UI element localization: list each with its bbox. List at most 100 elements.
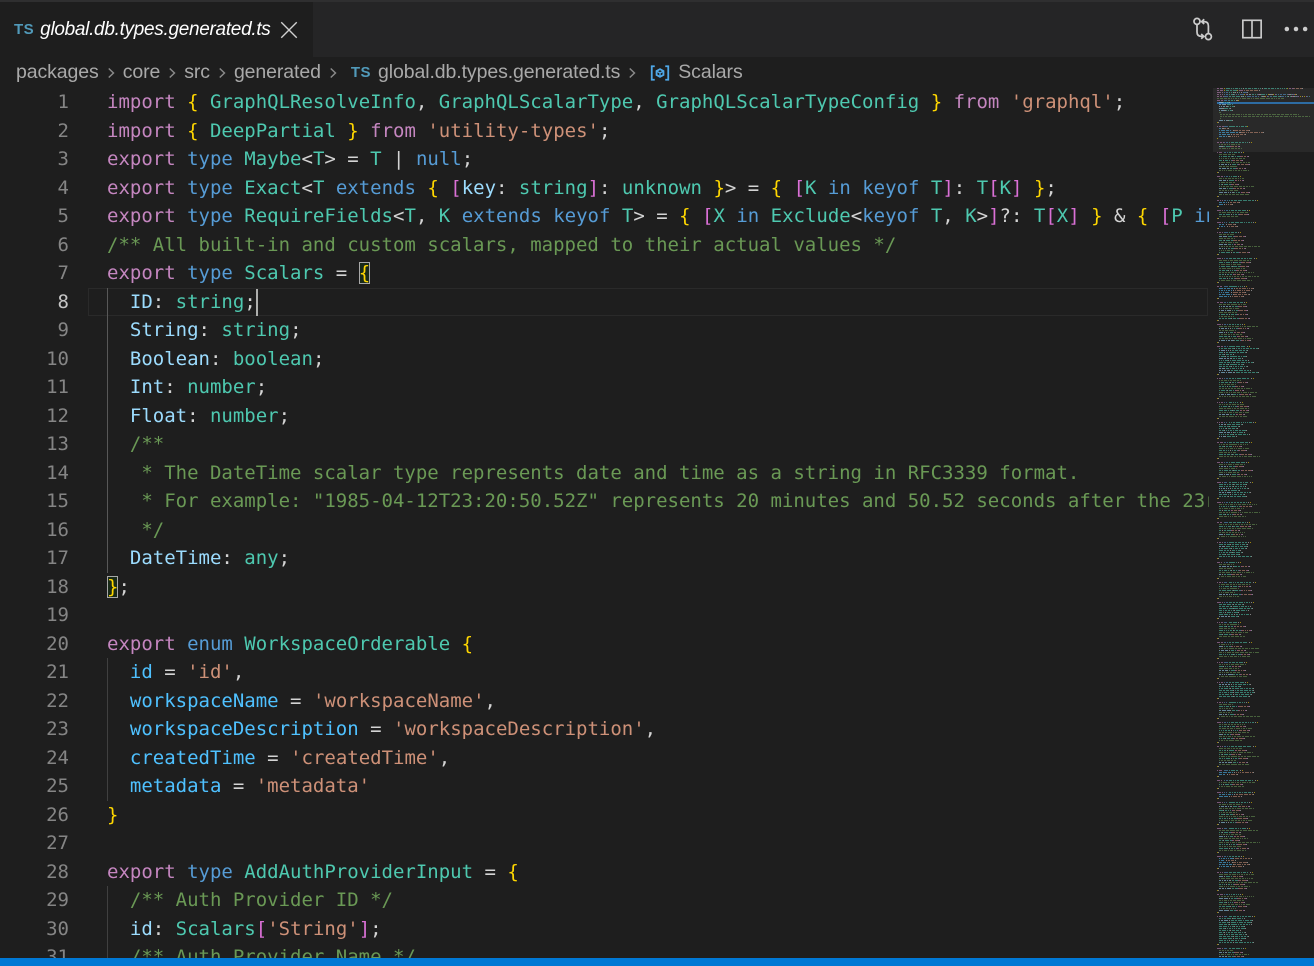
line-number[interactable]: 17 — [0, 544, 69, 573]
code-line-31[interactable]: /** Auth Provider Name */ — [107, 943, 1209, 958]
code-line-21[interactable]: id = 'id', — [107, 658, 1209, 687]
code-line-29[interactable]: /** Auth Provider ID */ — [107, 886, 1209, 915]
line-number[interactable]: 7 — [0, 259, 69, 288]
line-number[interactable]: 26 — [0, 801, 69, 830]
code-line-16[interactable]: */ — [107, 516, 1209, 545]
minimap-row — [1217, 204, 1233, 205]
minimap[interactable] — [1213, 88, 1314, 958]
line-number[interactable]: 4 — [0, 174, 69, 203]
code-line-25[interactable]: metadata = 'metadata' — [107, 772, 1209, 801]
code-line-22[interactable]: workspaceName = 'workspaceName', — [107, 687, 1209, 716]
code-line-4[interactable]: export type Exact<T extends { [key: stri… — [107, 174, 1209, 203]
minimap-row — [1217, 798, 1219, 799]
code-editor[interactable]: 1234567891011121314151617181920212223242… — [0, 88, 1209, 958]
code-line-3[interactable]: export type Maybe<T> = T | null; — [107, 145, 1209, 174]
code-line-10[interactable]: Boolean: boolean; — [107, 345, 1209, 374]
breadcrumb-item-generated[interactable]: generated — [234, 61, 321, 84]
line-number[interactable]: 5 — [0, 202, 69, 231]
minimap-row — [1217, 312, 1237, 313]
line-number[interactable]: 21 — [0, 658, 69, 687]
code-line-19[interactable] — [107, 601, 1209, 630]
breadcrumb-item-packages[interactable]: packages — [16, 61, 99, 84]
minimap-row — [1217, 592, 1235, 593]
minimap-row — [1217, 648, 1260, 649]
code-line-15[interactable]: * For example: "1985-04-12T23:20:50.52Z"… — [107, 487, 1209, 516]
line-number[interactable]: 10 — [0, 345, 69, 374]
code-line-17[interactable]: DateTime: any; — [107, 544, 1209, 573]
code-line-2[interactable]: import { DeepPartial } from 'utility-typ… — [107, 117, 1209, 146]
code-line-7[interactable]: export type Scalars = { — [107, 259, 1209, 288]
minimap-row — [1217, 190, 1239, 191]
minimap-row — [1217, 938, 1246, 939]
line-number[interactable]: 28 — [0, 858, 69, 887]
minimap-row — [1217, 454, 1252, 455]
minimap-row — [1217, 358, 1243, 359]
line-number-gutter[interactable]: 1234567891011121314151617181920212223242… — [0, 88, 69, 958]
minimap-row — [1217, 218, 1219, 219]
minimap-row — [1217, 872, 1253, 873]
code-line-27[interactable] — [107, 829, 1209, 858]
minimap-row — [1217, 258, 1257, 259]
line-number[interactable]: 29 — [0, 886, 69, 915]
minimap-row — [1217, 848, 1249, 849]
line-number[interactable]: 11 — [0, 373, 69, 402]
line-number[interactable]: 13 — [0, 430, 69, 459]
line-number[interactable]: 14 — [0, 459, 69, 488]
line-number[interactable]: 9 — [0, 316, 69, 345]
code-line-5[interactable]: export type RequireFields<T, K extends k… — [107, 202, 1209, 231]
code-line-11[interactable]: Int: number; — [107, 373, 1209, 402]
minimap-row — [1217, 354, 1234, 355]
line-number[interactable]: 12 — [0, 402, 69, 431]
line-number[interactable]: 22 — [0, 687, 69, 716]
minimap-row — [1217, 292, 1246, 293]
code-line-14[interactable]: * The DateTime scalar type represents da… — [107, 459, 1209, 488]
code-line-28[interactable]: export type AddAuthProviderInput = { — [107, 858, 1209, 887]
tab-close-icon[interactable] — [276, 17, 302, 43]
more-actions-icon[interactable] — [1279, 12, 1313, 46]
minimap-row — [1217, 840, 1240, 841]
breadcrumb-item-scalars[interactable]: Scalars — [678, 61, 742, 84]
line-number[interactable]: 25 — [0, 772, 69, 801]
line-number[interactable]: 16 — [0, 516, 69, 545]
code-line-13[interactable]: /** — [107, 430, 1209, 459]
breadcrumb-item-src[interactable]: src — [184, 61, 210, 84]
line-number[interactable]: 8 — [0, 288, 69, 317]
code-line-12[interactable]: Float: number; — [107, 402, 1209, 431]
line-number[interactable]: 30 — [0, 915, 69, 944]
line-number[interactable]: 2 — [0, 117, 69, 146]
minimap-row — [1217, 210, 1250, 211]
code-line-26[interactable]: } — [107, 801, 1209, 830]
line-number[interactable]: 27 — [0, 829, 69, 858]
code-line-30[interactable]: id: Scalars['String']; — [107, 915, 1209, 944]
breadcrumb-item-core[interactable]: core — [123, 61, 161, 84]
minimap-row — [1217, 320, 1219, 321]
line-number[interactable]: 15 — [0, 487, 69, 516]
line-number[interactable]: 6 — [0, 231, 69, 260]
code-line-9[interactable]: String: string; — [107, 316, 1209, 345]
minimap-row — [1217, 178, 1244, 179]
code-line-23[interactable]: workspaceDescription = 'workspaceDescrip… — [107, 715, 1209, 744]
code-line-1[interactable]: import { GraphQLResolveInfo, GraphQLScal… — [107, 88, 1209, 117]
line-number[interactable]: 19 — [0, 601, 69, 630]
tab-global-db-types-generated-ts[interactable]: TS global.db.types.generated.ts — [0, 2, 313, 57]
code-line-24[interactable]: createdTime = 'createdTime', — [107, 744, 1209, 773]
line-number[interactable]: 31 — [0, 943, 69, 958]
code-line-6[interactable]: /** All built-in and custom scalars, map… — [107, 231, 1209, 260]
code-line-20[interactable]: export enum WorkspaceOrderable { — [107, 630, 1209, 659]
code-line-8[interactable]: ID: string; — [107, 288, 1209, 317]
line-number[interactable]: 24 — [0, 744, 69, 773]
minimap-row — [1217, 604, 1244, 605]
open-changes-icon[interactable] — [1186, 12, 1220, 46]
minimap-row — [1217, 562, 1241, 563]
code-line-18[interactable]: }; — [107, 573, 1209, 602]
line-number[interactable]: 1 — [0, 88, 69, 117]
split-editor-icon[interactable] — [1235, 12, 1269, 46]
line-number[interactable]: 18 — [0, 573, 69, 602]
line-number[interactable]: 20 — [0, 630, 69, 659]
breadcrumb-item-global-db-types-generated-ts[interactable]: global.db.types.generated.ts — [378, 61, 620, 84]
minimap-row — [1217, 584, 1250, 585]
line-number[interactable]: 23 — [0, 715, 69, 744]
minimap-row — [1217, 278, 1247, 279]
line-number[interactable]: 3 — [0, 145, 69, 174]
code-content[interactable]: import { GraphQLResolveInfo, GraphQLScal… — [107, 88, 1209, 958]
